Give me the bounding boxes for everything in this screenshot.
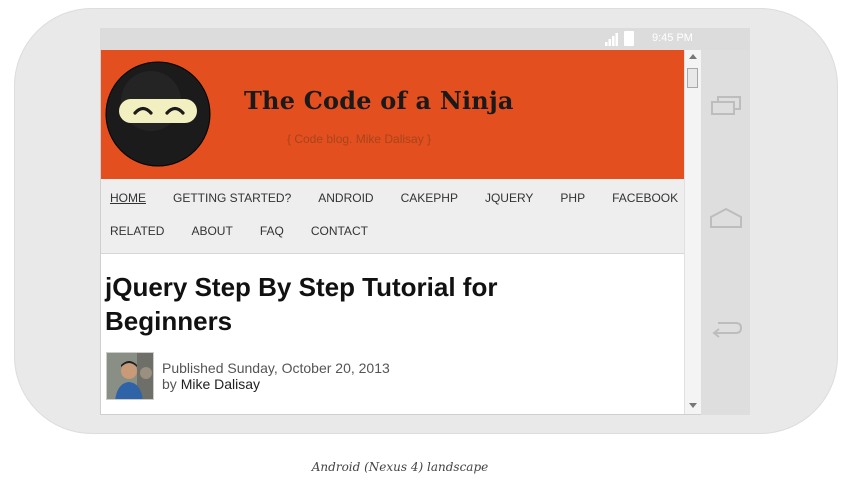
back-icon[interactable]: [709, 316, 743, 340]
site-header: The Code of a Ninja { Code blog. Mike Da…: [101, 50, 684, 179]
avatar-photo: [107, 353, 153, 399]
byline: by Mike Dalisay: [162, 376, 390, 392]
menu-row-2: RELATED ABOUT FAQ CONTACT: [110, 224, 395, 244]
status-bar: 9:45 PM: [100, 28, 750, 50]
recent-apps-icon[interactable]: [709, 94, 743, 118]
menu-row-1: HOME GETTING STARTED? ANDROID CAKEPHP JQ…: [110, 191, 701, 211]
menu-item-faq[interactable]: FAQ: [260, 224, 284, 244]
menu-item-jquery[interactable]: JQUERY: [485, 191, 533, 211]
menu-item-contact[interactable]: CONTACT: [311, 224, 368, 244]
author-link[interactable]: Mike Dalisay: [181, 376, 260, 392]
menu-item-cakephp[interactable]: CAKEPHP: [401, 191, 458, 211]
author-avatar[interactable]: [106, 352, 154, 400]
menu-item-php[interactable]: PHP: [560, 191, 585, 211]
scrollbar[interactable]: [684, 50, 701, 414]
screenshot-stage: 9:45 PM The Code of a Ninja { Code blog.…: [0, 0, 853, 489]
scroll-up-arrow[interactable]: [689, 54, 697, 59]
signal-icon: [605, 33, 618, 46]
menu-item-facebook[interactable]: FACEBOOK: [612, 191, 678, 211]
android-nav-bar: [701, 50, 750, 415]
menu-item-home[interactable]: HOME: [110, 191, 146, 211]
status-time: 9:45 PM: [652, 32, 693, 44]
byline-prefix: by: [162, 376, 177, 392]
image-caption: Android (Nexus 4) landscape: [311, 460, 489, 474]
menu-item-about[interactable]: ABOUT: [191, 224, 232, 244]
ninja-face-icon[interactable]: [105, 61, 211, 167]
menu-item-related[interactable]: RELATED: [110, 224, 164, 244]
main-menu: HOME GETTING STARTED? ANDROID CAKEPHP JQ…: [101, 179, 684, 254]
home-icon[interactable]: [709, 206, 743, 230]
battery-icon: [624, 31, 634, 46]
menu-item-android[interactable]: ANDROID: [318, 191, 373, 211]
post-meta: Published Sunday, October 20, 2013 by Mi…: [162, 360, 390, 392]
site-tagline: { Code blog. Mike Dalisay }: [287, 132, 432, 146]
post-title[interactable]: jQuery Step By Step Tutorial for Beginne…: [105, 270, 625, 338]
browser-viewport[interactable]: The Code of a Ninja { Code blog. Mike Da…: [100, 50, 701, 415]
scroll-down-arrow[interactable]: [689, 403, 697, 408]
site-title[interactable]: The Code of a Ninja: [244, 86, 514, 115]
menu-item-getting-started[interactable]: GETTING STARTED?: [173, 191, 291, 211]
scroll-thumb[interactable]: [687, 68, 698, 88]
published-date: Published Sunday, October 20, 2013: [162, 360, 390, 376]
